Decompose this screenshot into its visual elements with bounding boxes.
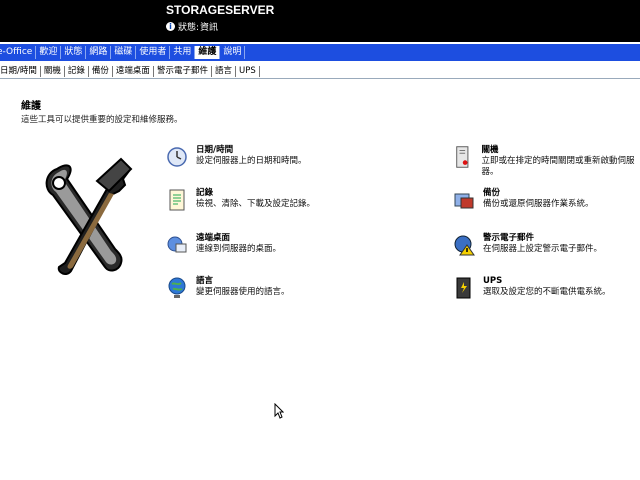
task-ups[interactable]: UPS 選取及設定您的不斷電供電系統。: [453, 276, 611, 300]
shutdown-icon: [456, 146, 469, 168]
task-desc: 檢視、清除、下載及設定記錄。: [196, 199, 316, 209]
task-name[interactable]: 關機: [482, 145, 640, 156]
tab-users[interactable]: 使用者: [136, 46, 171, 59]
top-banner: STORAGESERVER i 狀態: 資訊: [0, 0, 640, 42]
task-desc: 在伺服器上設定警示電子郵件。: [483, 244, 603, 254]
task-name[interactable]: UPS: [483, 276, 611, 287]
alert-email-icon: [454, 235, 475, 256]
tab-status[interactable]: 狀態: [61, 46, 87, 59]
task-name[interactable]: 記錄: [196, 188, 315, 199]
sub-nav: 日期/時間 關機 記錄 備份 遠端桌面 警示電子郵件 語言 UPS: [0, 64, 640, 79]
task-name[interactable]: 備份: [483, 188, 594, 199]
task-date-time[interactable]: 日期/時間 設定伺服器上的日期和時間。: [166, 145, 307, 169]
task-backup[interactable]: 備份 備份或還原伺服器作業系統。: [453, 188, 594, 212]
subtab-language[interactable]: 語言: [212, 65, 236, 77]
status-row: i 狀態: 資訊: [166, 20, 218, 33]
task-name[interactable]: 語言: [196, 276, 290, 287]
task-desc: 變更伺服器使用的語言。: [196, 287, 290, 297]
task-desc: 選取及設定您的不斷電供電系統。: [483, 287, 611, 297]
tab-shares[interactable]: 共用: [170, 46, 196, 59]
subtab-backup[interactable]: 備份: [89, 65, 113, 77]
info-icon: i: [166, 22, 175, 31]
task-remote-desktop[interactable]: 遠端桌面 連線到伺服器的桌面。: [166, 233, 281, 257]
backup-icon: [454, 193, 474, 209]
server-name: STORAGESERVER: [166, 3, 275, 17]
page-title: 維護: [21, 101, 41, 112]
mouse-cursor-icon: [274, 403, 284, 419]
task-name[interactable]: 警示電子郵件: [483, 233, 602, 244]
subtab-ups[interactable]: UPS: [236, 65, 260, 77]
task-logs[interactable]: 記錄 檢視、清除、下載及設定記錄。: [166, 188, 315, 212]
globe-icon: [168, 277, 186, 298]
status-label: 狀態:: [178, 23, 200, 33]
tab-help[interactable]: 說明: [220, 46, 246, 59]
tools-icon: [45, 157, 133, 275]
tab-network[interactable]: 網路: [86, 46, 112, 59]
page-description: 這些工具可以提供重要的設定和維修服務。: [21, 115, 183, 125]
tab-eoffice[interactable]: e-Office: [0, 46, 37, 59]
task-desc: 連線到伺服器的桌面。: [196, 244, 282, 254]
task-name[interactable]: 日期/時間: [196, 145, 307, 156]
task-alert-email[interactable]: 警示電子郵件 在伺服器上設定警示電子郵件。: [453, 233, 602, 257]
status-link[interactable]: 資訊: [200, 20, 218, 33]
tab-disks[interactable]: 磁碟: [111, 46, 137, 59]
subtab-shutdown[interactable]: 關機: [41, 65, 65, 77]
task-shutdown[interactable]: 關機 立即或在排定的時間關閉或重新啟動伺服器。: [453, 145, 640, 178]
task-language[interactable]: 語言 變更伺服器使用的語言。: [166, 276, 290, 300]
log-icon: [169, 189, 185, 211]
task-desc: 立即或在排定的時間關閉或重新啟動伺服器。: [481, 156, 635, 177]
task-desc: 設定伺服器上的日期和時間。: [196, 156, 307, 166]
subtab-date-time[interactable]: 日期/時間: [0, 65, 41, 77]
tab-maintenance[interactable]: 維護: [195, 46, 221, 59]
remote-desktop-icon: [167, 236, 187, 253]
subtab-logs[interactable]: 記錄: [65, 65, 89, 77]
subtab-alert-email[interactable]: 警示電子郵件: [154, 65, 212, 77]
ups-icon: [456, 277, 471, 299]
subtab-remote-desktop[interactable]: 遠端桌面: [113, 65, 154, 77]
task-name[interactable]: 遠端桌面: [196, 233, 281, 244]
task-desc: 備份或還原伺服器作業系統。: [483, 199, 594, 209]
tab-welcome[interactable]: 歡迎: [36, 46, 62, 59]
clock-icon: [167, 147, 187, 167]
main-nav: e-Office 歡迎 狀態 網路 磁碟 使用者 共用 維護 說明: [0, 44, 640, 61]
